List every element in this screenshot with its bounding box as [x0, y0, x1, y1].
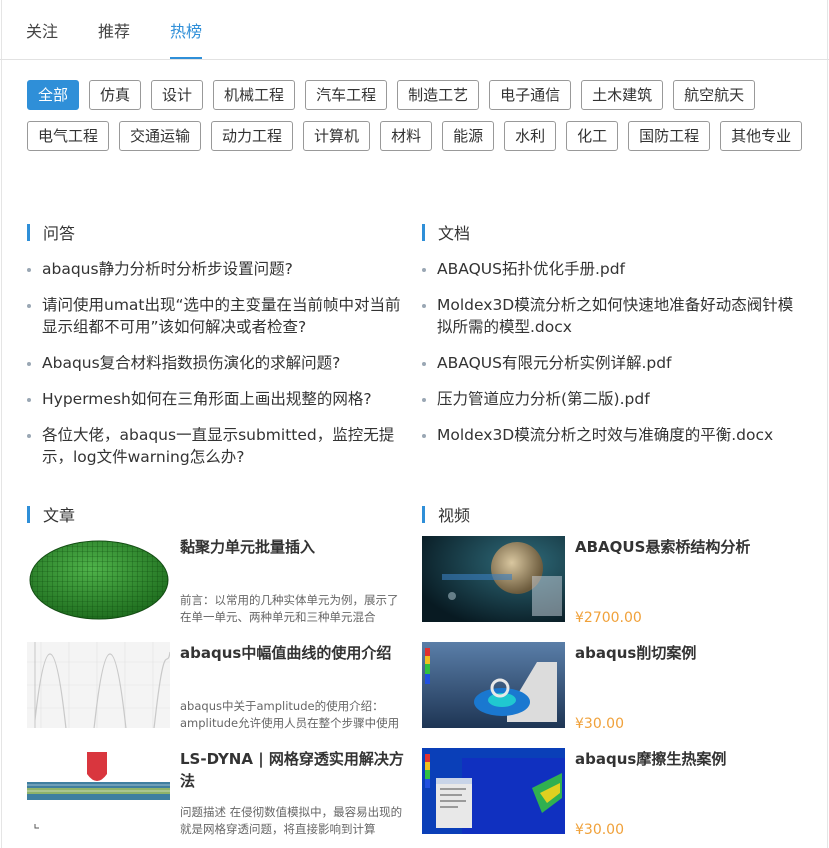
doc-item[interactable]: 压力管道应力分析(第二版).pdf	[422, 388, 802, 410]
tag-water[interactable]: 水利	[504, 121, 557, 151]
category-tags: 全部 仿真 设计 机械工程 汽车工程 制造工艺 电子通信 土木建筑 航空航天 电…	[27, 80, 807, 151]
article-title: LS-DYNA | 网格穿透实用解决方法	[180, 750, 404, 790]
tag-defense[interactable]: 国防工程	[628, 121, 711, 151]
qa-item[interactable]: 各位大佬，abaqus一直显示submitted，监控无提示，log文件warn…	[27, 424, 407, 468]
tag-energy[interactable]: 能源	[442, 121, 495, 151]
tab-follow[interactable]: 关注	[26, 18, 58, 59]
top-tabs: 关注 推荐 热榜	[0, 0, 829, 60]
videos-header: 视频	[422, 504, 807, 525]
video-card[interactable]: ABAQUS悬索桥结构分析 ¥2700.00	[422, 536, 807, 632]
tag-materials[interactable]: 材料	[380, 121, 433, 151]
tag-manufacturing[interactable]: 制造工艺	[397, 80, 480, 110]
article-desc: abaqus中关于amplitude的使用介绍：amplitude允许使用人员在…	[180, 699, 400, 730]
article-body: abaqus中幅值曲线的使用介绍 abaqus中关于amplitude的使用介绍…	[180, 642, 405, 732]
tag-automotive[interactable]: 汽车工程	[305, 80, 388, 110]
videos-title: 视频	[438, 506, 471, 525]
section-marker	[27, 505, 30, 523]
video-thumbnail-space	[422, 536, 565, 622]
docs-list: ABAQUS拓扑优化手册.pdf Moldex3D模流分析之如何快速地准备好动态…	[422, 258, 802, 446]
tag-aerospace[interactable]: 航空航天	[673, 80, 756, 110]
tag-electrical[interactable]: 电气工程	[27, 121, 110, 151]
doc-item[interactable]: Moldex3D模流分析之时效与准确度的平衡.docx	[422, 424, 802, 446]
tag-design[interactable]: 设计	[151, 80, 204, 110]
tag-all[interactable]: 全部	[27, 80, 80, 110]
tag-transportation[interactable]: 交通运输	[119, 121, 202, 151]
qa-item[interactable]: 请问使用umat出现“选中的主变量在当前帧中对当前显示组都不可用”该如何解决或者…	[27, 294, 407, 338]
video-price: ¥2700.00	[575, 610, 642, 626]
doc-item[interactable]: Moldex3D模流分析之如何快速地准备好动态阀针模拟所需的模型.docx	[422, 294, 802, 338]
video-card[interactable]: abaqus摩擦生热案例 ¥30.00	[422, 748, 807, 844]
video-price: ¥30.00	[575, 716, 624, 732]
article-desc: 问题描述 在侵彻数值模拟中，最容易出现的就是网格穿透问题，将直接影响到计算	[180, 805, 403, 836]
article-desc: 前言：以常用的几种实体单元为例，展示了在单一单元、两种单元和三种单元混合	[180, 593, 399, 624]
tag-civil[interactable]: 土木建筑	[581, 80, 664, 110]
qa-title: 问答	[43, 224, 76, 243]
article-thumbnail-mesh	[27, 536, 170, 622]
video-body: ABAQUS悬索桥结构分析 ¥2700.00	[575, 536, 800, 626]
articles-section: 文章 黏聚力单元批量插入 前言：以常用的几种实体单元为例，展示了在单一单元、两种…	[27, 504, 412, 848]
article-body: 黏聚力单元批量插入 前言：以常用的几种实体单元为例，展示了在单一单元、两种单元和…	[180, 536, 405, 626]
tag-chemical[interactable]: 化工	[566, 121, 619, 151]
article-title: abaqus中幅值曲线的使用介绍	[180, 644, 392, 662]
article-list: 黏聚力单元批量插入 前言：以常用的几种实体单元为例，展示了在单一单元、两种单元和…	[27, 536, 412, 844]
tab-recommend[interactable]: 推荐	[98, 18, 130, 59]
tag-computer[interactable]: 计算机	[303, 121, 371, 151]
section-marker	[422, 223, 425, 241]
qa-item[interactable]: Hypermesh如何在三角形面上画出规整的网格?	[27, 388, 407, 410]
video-title: abaqus摩擦生热案例	[575, 750, 727, 768]
articles-title: 文章	[43, 506, 76, 525]
article-title: 黏聚力单元批量插入	[180, 538, 316, 556]
tag-mechanical[interactable]: 机械工程	[213, 80, 296, 110]
video-thumbnail-friction	[422, 748, 565, 834]
qa-header: 问答	[27, 222, 407, 243]
qa-item[interactable]: abaqus静力分析时分析步设置问题?	[27, 258, 407, 280]
video-price: ¥30.00	[575, 822, 624, 838]
article-card[interactable]: 黏聚力单元批量插入 前言：以常用的几种实体单元为例，展示了在单一单元、两种单元和…	[27, 536, 412, 632]
video-list: ABAQUS悬索桥结构分析 ¥2700.00 abaqus削切案例 ¥30.00…	[422, 536, 807, 844]
qa-item[interactable]: Abaqus复合材料指数损伤演化的求解问题?	[27, 352, 407, 374]
video-body: abaqus削切案例 ¥30.00	[575, 642, 800, 732]
qa-section: 问答 abaqus静力分析时分析步设置问题? 请问使用umat出现“选中的主变量…	[27, 222, 407, 482]
docs-title: 文档	[438, 224, 471, 243]
tag-power[interactable]: 动力工程	[211, 121, 294, 151]
video-title: abaqus削切案例	[575, 644, 697, 662]
articles-header: 文章	[27, 504, 412, 525]
section-marker	[27, 223, 30, 241]
doc-item[interactable]: ABAQUS有限元分析实例详解.pdf	[422, 352, 802, 374]
video-card[interactable]: abaqus削切案例 ¥30.00	[422, 642, 807, 738]
tag-electronics[interactable]: 电子通信	[489, 80, 572, 110]
article-thumbnail-wave	[27, 642, 170, 728]
article-thumbnail-penetration	[27, 748, 170, 834]
video-title: ABAQUS悬索桥结构分析	[575, 538, 751, 556]
tab-hot[interactable]: 热榜	[170, 18, 203, 59]
video-body: abaqus摩擦生热案例 ¥30.00	[575, 748, 800, 838]
qa-list: abaqus静力分析时分析步设置问题? 请问使用umat出现“选中的主变量在当前…	[27, 258, 407, 468]
article-body: LS-DYNA | 网格穿透实用解决方法 问题描述 在侵彻数值模拟中，最容易出现…	[180, 748, 405, 838]
doc-item[interactable]: ABAQUS拓扑优化手册.pdf	[422, 258, 802, 280]
section-marker	[422, 505, 425, 523]
article-card[interactable]: LS-DYNA | 网格穿透实用解决方法 问题描述 在侵彻数值模拟中，最容易出现…	[27, 748, 412, 844]
docs-header: 文档	[422, 222, 802, 243]
tag-simulation[interactable]: 仿真	[89, 80, 142, 110]
tag-other[interactable]: 其他专业	[720, 121, 803, 151]
article-card[interactable]: abaqus中幅值曲线的使用介绍 abaqus中关于amplitude的使用介绍…	[27, 642, 412, 738]
video-thumbnail-cutting	[422, 642, 565, 728]
docs-section: 文档 ABAQUS拓扑优化手册.pdf Moldex3D模流分析之如何快速地准备…	[422, 222, 802, 460]
videos-section: 视频 ABAQUS悬索桥结构分析 ¥2700.00 abaqus削切案例 ¥30…	[422, 504, 807, 848]
